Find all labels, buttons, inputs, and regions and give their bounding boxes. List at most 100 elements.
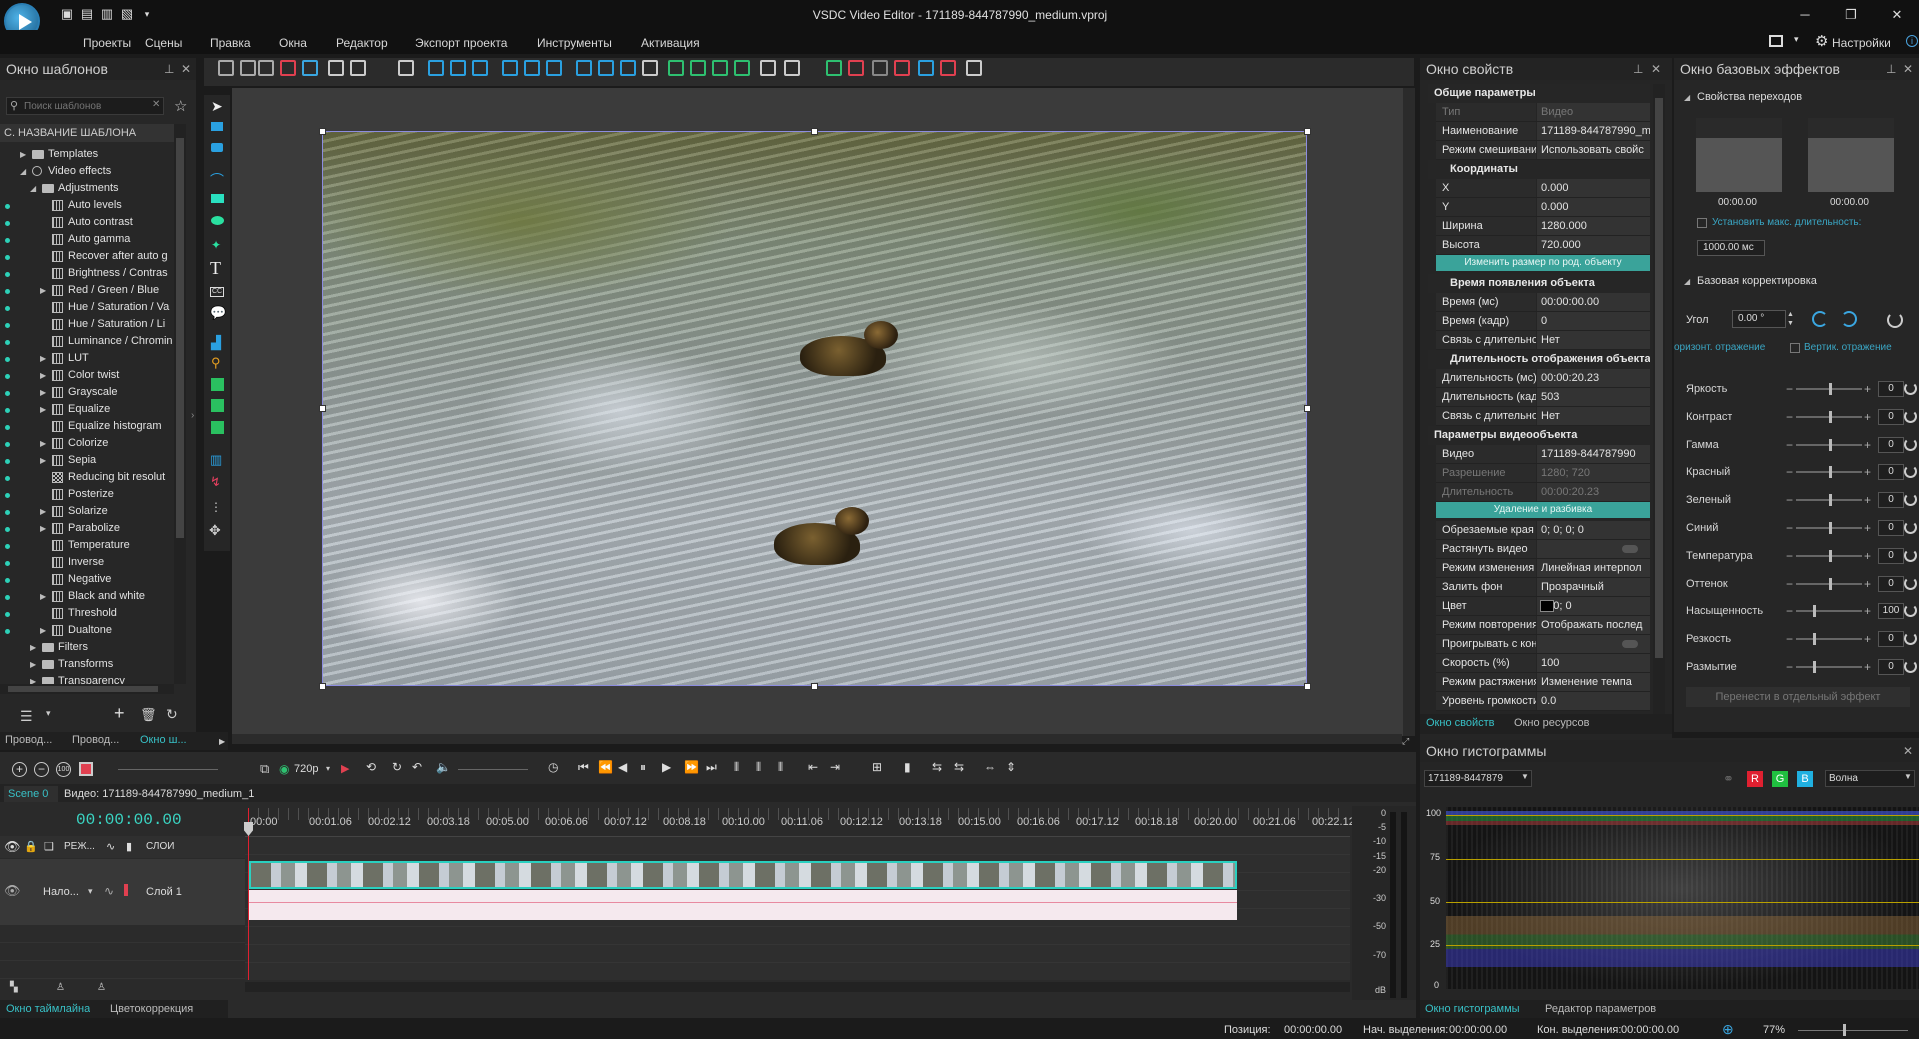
template-search-input[interactable] bbox=[24, 99, 148, 113]
plus-icon[interactable]: + bbox=[1864, 434, 1871, 456]
play-icon[interactable]: ▶ bbox=[662, 760, 671, 774]
snap-left-icon[interactable]: ⇆ bbox=[932, 760, 942, 774]
property-value[interactable]: 503 bbox=[1537, 388, 1650, 406]
ruler-icon[interactable] bbox=[940, 60, 956, 76]
green-channel-toggle[interactable]: G bbox=[1772, 771, 1788, 787]
audio-object-icon[interactable] bbox=[211, 143, 223, 152]
toggle-switch[interactable] bbox=[1622, 545, 1638, 553]
minus-icon[interactable]: − bbox=[1786, 656, 1793, 678]
property-row[interactable]: Длительность (мс) 00:00:20.23 bbox=[1436, 369, 1650, 388]
reset-icon[interactable] bbox=[1904, 548, 1917, 562]
pin-icon[interactable]: ⊥ bbox=[1886, 62, 1896, 76]
property-value[interactable]: 0.000 bbox=[1537, 198, 1650, 216]
panel-close-icon[interactable]: ✕ bbox=[1651, 62, 1661, 76]
grid-icon[interactable] bbox=[872, 60, 888, 76]
effect-slider[interactable] bbox=[1796, 410, 1862, 423]
effect-slider[interactable] bbox=[1796, 633, 1862, 646]
clear-search-icon[interactable]: ✕ bbox=[152, 99, 160, 110]
tree-item[interactable]: Hue / Saturation / Va bbox=[0, 299, 172, 316]
layer-name[interactable]: Слой 1 bbox=[146, 886, 182, 898]
histogram-source-select[interactable]: 171189-8447879 bbox=[1424, 770, 1532, 787]
property-row[interactable]: Время (кадр) 0 bbox=[1436, 312, 1650, 331]
collapsed-arrow-icon[interactable]: ▶ bbox=[40, 435, 46, 452]
fade-in-thumbnail[interactable] bbox=[1696, 118, 1782, 192]
tab-color-correction[interactable]: Цветокоррекция bbox=[110, 1003, 193, 1015]
tab-properties[interactable]: Окно свойств bbox=[1426, 717, 1494, 729]
tree-item[interactable]: ▶ Colorize bbox=[0, 435, 172, 452]
selection-frame[interactable] bbox=[322, 131, 1307, 686]
angle-spinner[interactable]: ▲ ▼ bbox=[1787, 310, 1797, 328]
tree-item[interactable]: ▶ Transparency bbox=[0, 673, 172, 684]
tab-scene-0[interactable]: Scene 0 bbox=[4, 786, 58, 802]
tracking-tool-icon[interactable]: ⋮ bbox=[210, 500, 222, 514]
set-start-icon[interactable]: ⇤ bbox=[808, 760, 818, 774]
resize-handle[interactable] bbox=[811, 683, 818, 690]
tree-item[interactable]: Temperature bbox=[0, 537, 172, 554]
effect-slider-row[interactable]: Резкость − +0 bbox=[1686, 628, 1917, 650]
reset-icon[interactable] bbox=[1904, 465, 1917, 479]
tree-item[interactable]: ▶ Sepia bbox=[0, 452, 172, 469]
plus-icon[interactable]: + bbox=[1864, 573, 1871, 595]
property-section[interactable]: Общие параметры bbox=[1428, 84, 1650, 103]
text-tool-icon[interactable]: T bbox=[210, 258, 221, 279]
effect-slider[interactable] bbox=[1796, 383, 1862, 395]
property-value[interactable]: 0 bbox=[1537, 312, 1650, 330]
save-icon[interactable]: ▥ bbox=[100, 6, 114, 22]
zoom-out-icon[interactable]: − bbox=[34, 762, 49, 777]
property-value[interactable]: Прозрачный bbox=[1537, 578, 1650, 596]
slider-knob[interactable] bbox=[1829, 522, 1832, 534]
add-template-icon[interactable]: + bbox=[114, 703, 125, 724]
guide-icon[interactable] bbox=[918, 60, 934, 76]
property-row[interactable]: Залить фон Прозрачный bbox=[1436, 578, 1650, 597]
properties-scrollbar-thumb[interactable] bbox=[1655, 98, 1663, 658]
plus-icon[interactable]: + bbox=[1864, 545, 1871, 567]
minus-icon[interactable]: − bbox=[1786, 406, 1793, 428]
reset-icon[interactable] bbox=[1904, 437, 1917, 451]
restore-icon[interactable]: ❐ bbox=[1836, 6, 1866, 24]
view-dropdown-icon[interactable]: ▾ bbox=[46, 708, 51, 719]
pin-icon[interactable]: ⊥ bbox=[164, 62, 174, 76]
menu-activation[interactable]: Активация bbox=[641, 36, 700, 50]
animation-tool-icon[interactable]: ⚲ bbox=[211, 355, 221, 371]
plus-icon[interactable]: + bbox=[1864, 378, 1871, 400]
motion-tool-icon[interactable]: ↯ bbox=[210, 474, 221, 490]
minimize-icon[interactable]: ─ bbox=[1790, 6, 1820, 24]
slider-knob[interactable] bbox=[1829, 549, 1832, 562]
crop-icon[interactable] bbox=[302, 60, 318, 76]
property-section[interactable]: Длительность отображения объекта bbox=[1428, 350, 1650, 369]
property-row[interactable]: Уровень громкости 0.0 bbox=[1436, 692, 1650, 711]
effect-slider-row[interactable]: Температура − +0 bbox=[1686, 545, 1917, 567]
preview-vscrollbar[interactable] bbox=[1403, 88, 1415, 736]
send-back-icon[interactable] bbox=[734, 60, 750, 76]
move-down-icon[interactable] bbox=[690, 60, 706, 76]
copy-icon[interactable] bbox=[240, 60, 256, 76]
tree-item[interactable]: Auto contrast bbox=[0, 214, 172, 231]
split-audio-icon[interactable]: ⫴ bbox=[756, 760, 761, 775]
collapsed-arrow-icon[interactable]: ▶ bbox=[40, 350, 46, 367]
layer-settings-icon[interactable]: ♙ bbox=[56, 982, 65, 993]
align-center-icon[interactable] bbox=[450, 60, 466, 76]
minus-icon[interactable]: − bbox=[1786, 517, 1793, 539]
template-hscrollbar-thumb[interactable] bbox=[8, 686, 158, 692]
reset-icon[interactable] bbox=[1904, 493, 1917, 507]
histogram-mode-select[interactable]: Волна bbox=[1825, 770, 1915, 787]
plus-icon[interactable]: + bbox=[1864, 600, 1871, 622]
tree-item[interactable]: ▶ Transforms bbox=[0, 656, 172, 673]
effect-slider-row[interactable]: Красный − +0 bbox=[1686, 461, 1917, 483]
resize-handle[interactable] bbox=[1304, 683, 1311, 690]
property-value[interactable]: Отображать послед bbox=[1537, 616, 1650, 634]
effect-slider[interactable] bbox=[1796, 494, 1862, 507]
rotate-left-icon[interactable] bbox=[1812, 311, 1828, 327]
slider-knob[interactable] bbox=[1829, 466, 1832, 479]
tab-templates[interactable]: Окно ш... bbox=[140, 734, 187, 746]
move-tool-icon[interactable]: ✥ bbox=[209, 522, 221, 539]
effect-slider[interactable] bbox=[1796, 549, 1862, 562]
audio-tool-icon[interactable] bbox=[211, 399, 224, 412]
collapsed-arrow-icon[interactable]: ▶ bbox=[40, 384, 46, 401]
curve-tool-icon[interactable]: ⌒ bbox=[210, 170, 224, 190]
video-object-icon[interactable] bbox=[211, 122, 223, 131]
effect-value[interactable]: 0 bbox=[1878, 659, 1904, 675]
tree-item[interactable]: Hue / Saturation / Li bbox=[0, 316, 172, 333]
collapsed-arrow-icon[interactable]: ▶ bbox=[40, 282, 46, 299]
timeline-hscrollbar[interactable] bbox=[245, 982, 1350, 992]
